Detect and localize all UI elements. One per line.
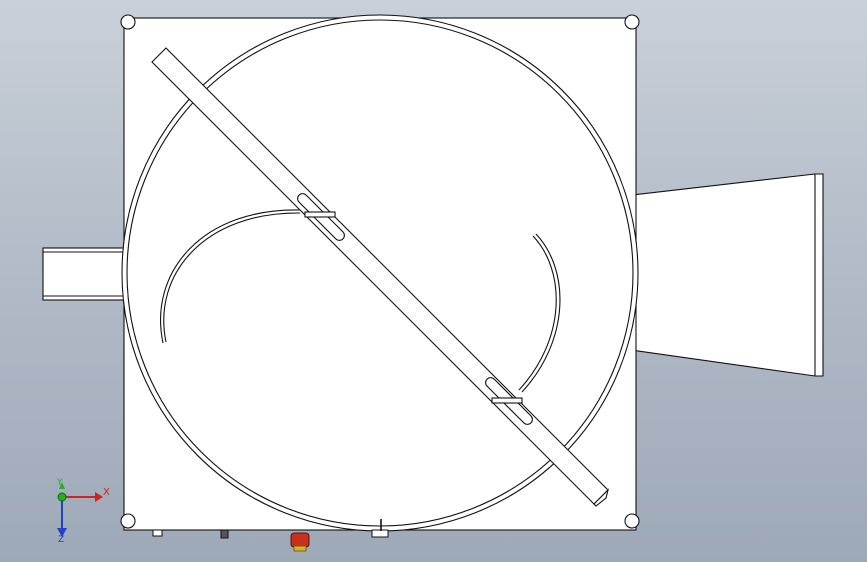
x-axis-label: X	[103, 487, 110, 498]
corner-foot	[624, 513, 640, 529]
coordinate-triad	[57, 482, 103, 537]
bottom-tab	[152, 529, 163, 537]
red-handle	[290, 532, 310, 552]
y-axis-label: Y	[57, 478, 63, 488]
clamp-bolt	[304, 211, 336, 218]
top-view-drawing	[42, 14, 824, 552]
clamp-bolt	[491, 397, 523, 404]
z-axis-label: Z	[58, 535, 65, 545]
cad-viewport[interactable]: X Y Z	[0, 0, 867, 562]
inlet-pipe	[42, 247, 128, 301]
corner-foot	[120, 14, 136, 30]
discharge-chute	[623, 173, 824, 377]
corner-foot	[624, 14, 640, 30]
bottom-connector	[220, 529, 229, 539]
corner-foot	[120, 513, 136, 529]
bottom-fitting	[371, 529, 389, 538]
